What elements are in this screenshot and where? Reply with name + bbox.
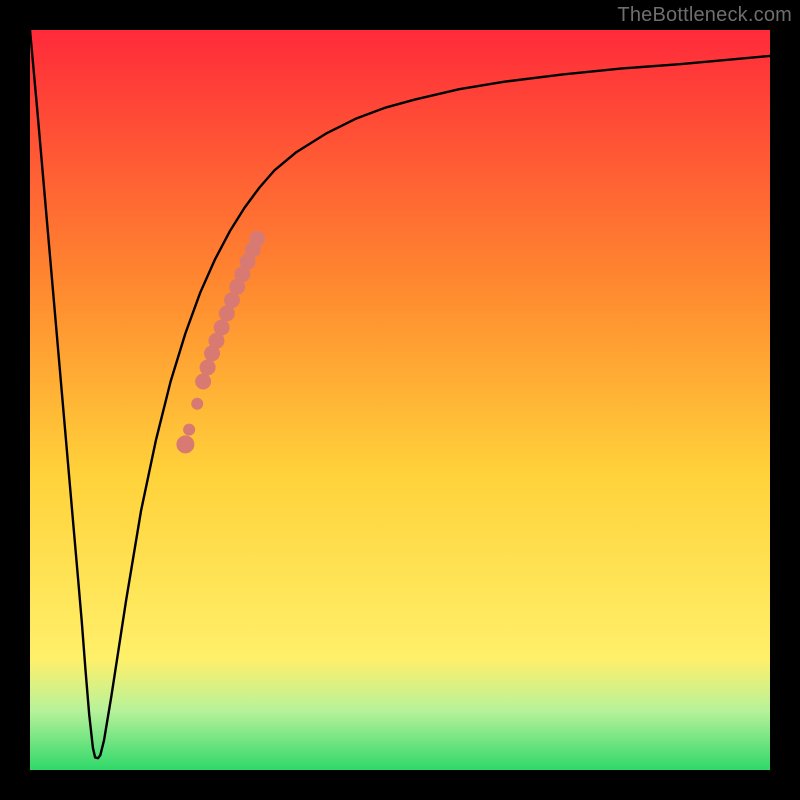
data-point xyxy=(195,374,211,390)
data-point xyxy=(200,359,216,375)
data-point xyxy=(191,398,203,410)
data-point xyxy=(214,319,230,335)
data-point xyxy=(176,435,194,453)
data-point xyxy=(249,231,265,247)
plot-area xyxy=(30,30,770,770)
watermark-label: TheBottleneck.com xyxy=(617,4,792,27)
chart-stage: TheBottleneck.com xyxy=(0,0,800,800)
data-point xyxy=(183,424,195,436)
bottleneck-chart xyxy=(0,0,800,800)
